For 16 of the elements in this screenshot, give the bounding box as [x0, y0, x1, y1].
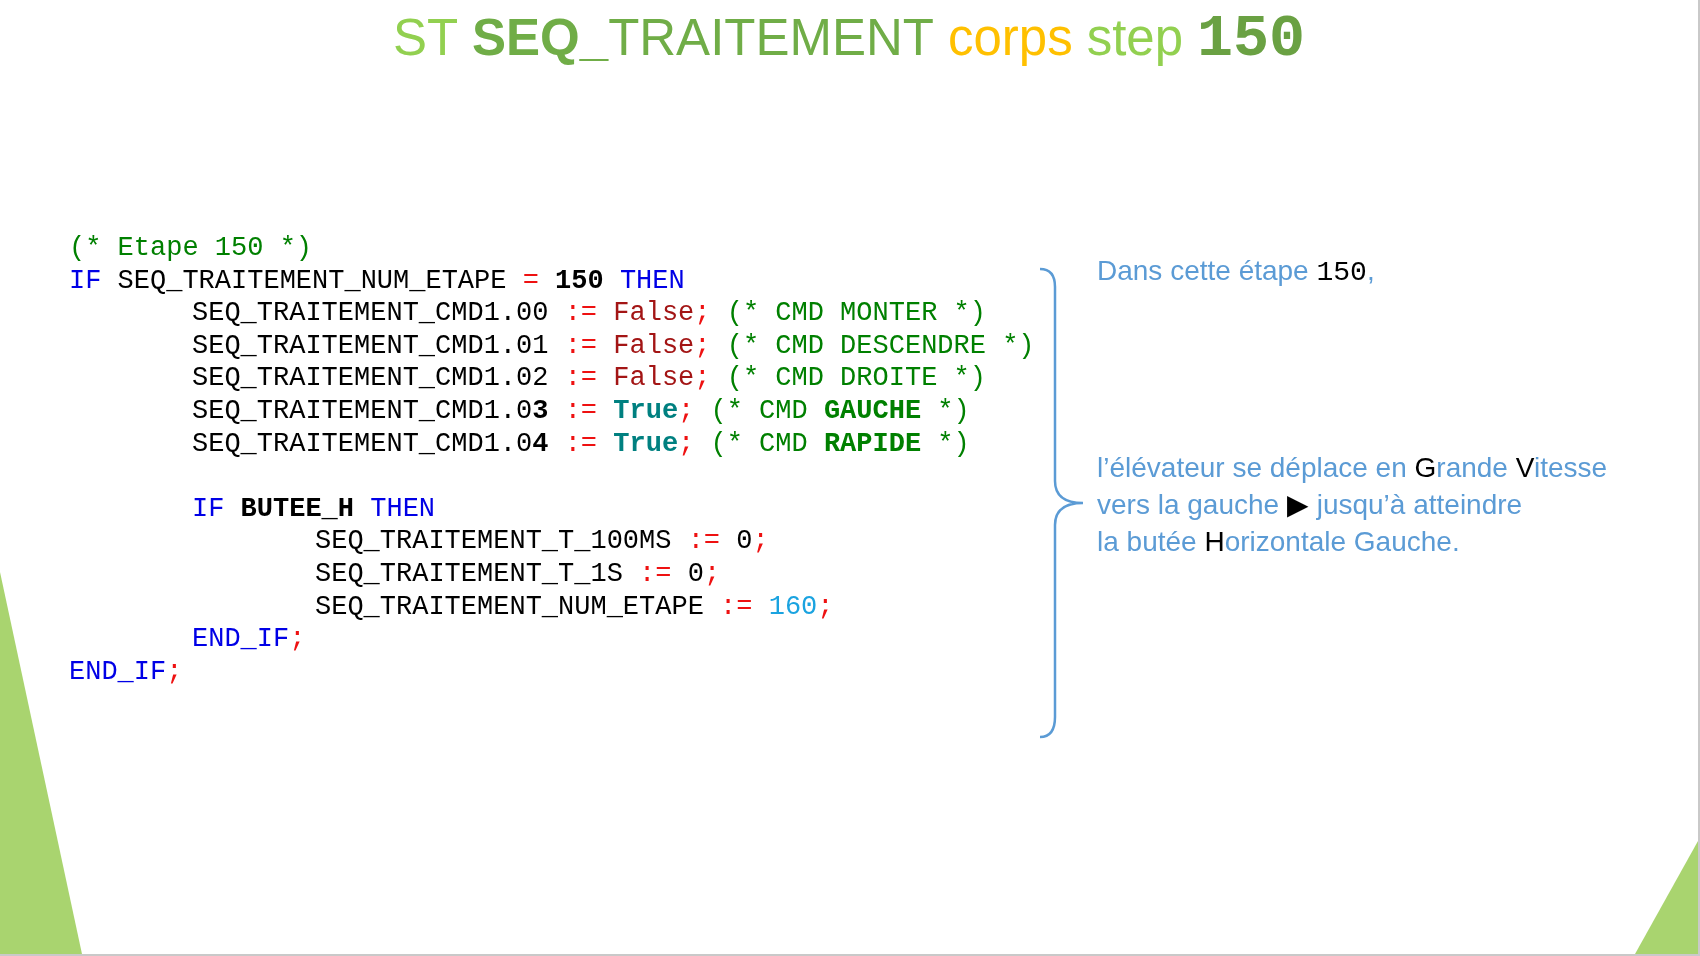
code-line: SEQ_TRAITEMENT_NUM_ETAPE := 160;: [315, 590, 834, 624]
code-line: SEQ_TRAITEMENT_T_1S := 0;: [315, 557, 721, 591]
code-line: SEQ_TRAITEMENT_T_100MS := 0;: [315, 525, 769, 558]
code-line: SEQ_TRAITEMENT_CMD1.03 := True; (* CMD GAUCHE *): [192, 394, 970, 428]
code-line: SEQ_TRAITEMENT_CMD1.02 := False; (* CMD DROITE *): [192, 362, 986, 395]
note-paragraph: l’élévateur se déplace en Grande Vitesse vers la gauche ▶ jusqu’à atteindre la butée Horizontale Gauche.: [1097, 450, 1608, 559]
code-line: SEQ_TRAITEMENT_CMD1.01 := False; (* CMD DESCENDRE *): [192, 329, 1035, 363]
code-line: END_IF;: [192, 623, 306, 656]
code-line: SEQ_TRAITEMENT_CMD1.04 := True; (* CMD RAPIDE *): [192, 427, 970, 461]
code-line: (* Etape 150 *): [69, 232, 313, 265]
slide-title: ST SEQ_TRAITEMENT corps step 150: [392, 4, 1306, 73]
code-line: END_IF;: [69, 655, 183, 689]
note-paragraph: Dans cette étape 150,: [1097, 253, 1375, 290]
code-line: IF BUTEE_H THEN: [192, 492, 436, 526]
code-line: SEQ_TRAITEMENT_CMD1.00 := False; (* CMD MONTER *): [192, 297, 986, 330]
code-line: IF SEQ_TRAITEMENT_NUM_ETAPE = 150 THEN: [69, 264, 685, 298]
